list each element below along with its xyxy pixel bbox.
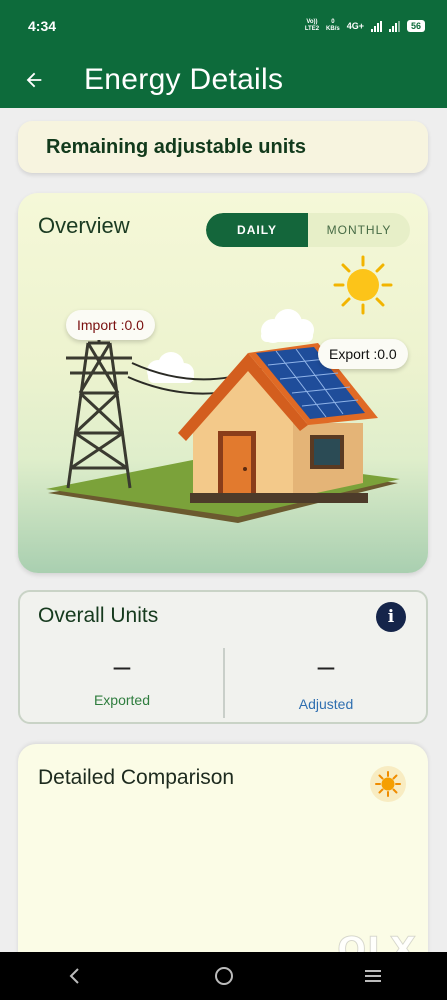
overview-card: Overview DAILY MONTHLY Import :0.0 Expor… (18, 193, 428, 573)
overview-title: Overview (38, 213, 130, 238)
remaining-units-card[interactable]: Remaining adjustable units (18, 121, 428, 173)
status-time: 4:34 (28, 18, 57, 34)
remaining-units-label: Remaining adjustable units (46, 135, 307, 158)
adjusted-value: – (317, 650, 335, 683)
circle-home-icon (214, 967, 233, 985)
top-bar: 4:34 Vo)) LTE2 0 KB/s 4G+ 56 Energy Deta… (0, 0, 447, 108)
stat-divider (223, 648, 225, 718)
detailed-comparison-title: Detailed Comparison (38, 766, 235, 789)
arrow-left-icon (26, 72, 42, 88)
exported-label: Exported (93, 692, 151, 708)
app-bar: Energy Details (0, 52, 447, 108)
menu-lines-icon (364, 970, 381, 982)
overall-units-card: Overall Units i – Exported – Adjusted (18, 590, 428, 724)
lte-text: LTE2 (304, 26, 320, 32)
nav-recents-button[interactable] (343, 956, 403, 996)
network-type: 4G+ (346, 21, 364, 31)
volte-indicator: Vo)) LTE2 (305, 19, 319, 33)
period-toggle: DAILY MONTHLY (206, 213, 410, 247)
exported-stat: – Exported (32, 650, 212, 709)
data-speed-indicator: 0 KB/s (326, 19, 340, 33)
adjusted-label: Adjusted (298, 696, 354, 712)
data-speed-value: 0 (331, 19, 335, 25)
import-value-bubble: Import :0.0 (66, 310, 155, 340)
chevron-left-icon (69, 968, 79, 984)
nav-back-button[interactable] (45, 956, 105, 996)
energy-illustration (46, 255, 400, 523)
overall-units-title: Overall Units (38, 604, 159, 627)
sun-illustration (333, 255, 393, 315)
tab-daily[interactable]: DAILY (206, 213, 308, 247)
nav-home-button[interactable] (194, 956, 254, 996)
info-icon[interactable]: i (376, 602, 406, 632)
export-value-bubble: Export :0.0 (318, 339, 408, 369)
battery-icon: 56 (406, 20, 425, 32)
tab-monthly[interactable]: MONTHLY (308, 213, 410, 247)
signal-icon (370, 20, 382, 32)
status-icons: Vo)) LTE2 0 KB/s 4G+ 56 (305, 19, 425, 33)
back-button[interactable] (4, 56, 64, 104)
volte-text: Vo)) (306, 19, 318, 25)
signal-icon-2 (388, 20, 400, 32)
data-speed-unit: KB/s (326, 26, 340, 32)
system-nav-bar (0, 952, 447, 1000)
status-bar: 4:34 Vo)) LTE2 0 KB/s 4G+ 56 (0, 0, 447, 52)
adjusted-stat: – Adjusted (236, 650, 416, 713)
exported-value: – (113, 650, 131, 683)
page-title: Energy Details (84, 63, 284, 96)
sun-icon (370, 766, 406, 802)
